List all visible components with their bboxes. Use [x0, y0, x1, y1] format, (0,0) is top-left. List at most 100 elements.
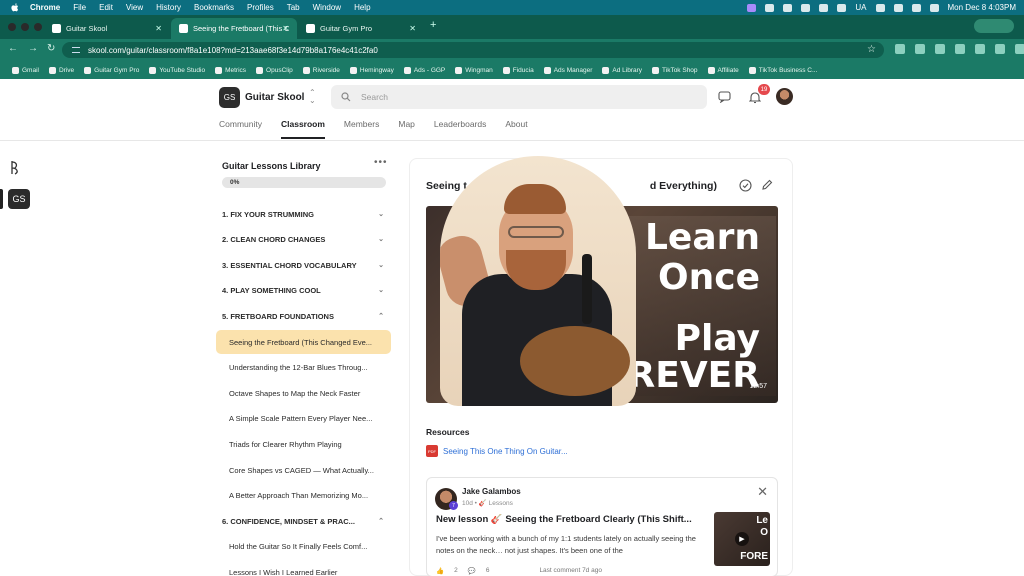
wifi-icon[interactable] — [893, 3, 903, 12]
close-tab-icon[interactable]: ✕ — [409, 24, 416, 33]
bookmark-youtube-studio[interactable]: YouTube Studio — [149, 66, 205, 74]
side-panel-icon[interactable] — [975, 44, 985, 54]
resource-link[interactable]: PDF Seeing This One Thing On Guitar... — [426, 445, 568, 457]
control-center-icon[interactable] — [929, 3, 939, 12]
bookmark-star-icon[interactable]: ☆ — [867, 44, 876, 55]
bookmark-fiducia[interactable]: Fiducia — [502, 66, 534, 74]
back-arrow-icon[interactable]: ← — [8, 43, 18, 54]
site-info-icon[interactable] — [72, 47, 80, 53]
nav-about[interactable]: About — [505, 119, 527, 139]
lesson-item[interactable]: Lessons I Wish I Learned Earlier — [216, 560, 391, 576]
bookmark-drive[interactable]: Drive — [48, 66, 74, 74]
bookmark-hemingway[interactable]: Hemingway — [349, 66, 394, 74]
extension-icon[interactable] — [935, 44, 945, 54]
section-confidence-mindset[interactable]: 6. CONFIDENCE, MINDSET & PRAC... ⌃ — [222, 517, 386, 529]
menu-profiles[interactable]: Profiles — [247, 3, 274, 12]
lesson-item[interactable]: A Simple Scale Pattern Every Player Nee.… — [216, 406, 391, 430]
close-window-button[interactable] — [8, 23, 16, 31]
menubar-clock[interactable]: Mon Dec 8 4:03PM — [948, 3, 1016, 12]
zoom-window-button[interactable] — [34, 23, 42, 31]
user-icon[interactable] — [875, 3, 885, 12]
vpn-icon[interactable] — [837, 3, 847, 12]
menu-bookmarks[interactable]: Bookmarks — [194, 3, 234, 12]
community-name[interactable]: Guitar Skool — [245, 92, 304, 103]
comment-icon[interactable]: 💬 — [468, 567, 476, 575]
nav-leaderboards[interactable]: Leaderboards — [434, 119, 486, 139]
nav-members[interactable]: Members — [344, 119, 379, 139]
lesson-item[interactable]: A Better Approach Than Memorizing Mo... — [216, 483, 391, 507]
apple-icon[interactable] — [10, 3, 20, 12]
section-essential-chord-vocabulary[interactable]: 3. ESSENTIAL CHORD VOCABULARY ⌄ — [222, 261, 386, 273]
extensions-puzzle-icon[interactable] — [955, 44, 965, 54]
user-avatar[interactable] — [776, 88, 793, 105]
post-title[interactable]: New lesson 🎸 Seeing the Fretboard Clearl… — [436, 514, 706, 525]
search-icon[interactable] — [911, 3, 921, 12]
forward-arrow-icon[interactable]: → — [28, 43, 38, 54]
menu-file[interactable]: File — [73, 3, 86, 12]
bookmark-gmail[interactable]: Gmail — [12, 66, 39, 74]
lesson-item[interactable]: Understanding the 12-Bar Blues Throug... — [216, 355, 391, 379]
lesson-item[interactable]: Octave Shapes to Map the Neck Faster — [216, 381, 391, 405]
extension-icon[interactable] — [915, 44, 925, 54]
bookmark-wingman[interactable]: Wingman — [455, 66, 493, 74]
bookmark-opusclip[interactable]: OpusClip — [256, 66, 293, 74]
bookmark-riverside[interactable]: Riverside — [302, 66, 340, 74]
status-app-icon[interactable] — [765, 3, 775, 12]
like-icon[interactable]: 👍 — [436, 567, 444, 575]
keyboard-locale[interactable]: UA — [855, 3, 866, 12]
display-icon[interactable] — [801, 3, 811, 12]
nav-map[interactable]: Map — [398, 119, 415, 139]
screen-record-icon[interactable] — [747, 3, 757, 12]
lesson-item-active[interactable]: Seeing the Fretboard (This Changed Eve..… — [216, 330, 391, 354]
menu-help[interactable]: Help — [354, 3, 370, 12]
lesson-item[interactable]: Core Shapes vs CAGED — What Actually... — [216, 458, 391, 482]
play-icon[interactable]: ▶ — [735, 532, 749, 546]
lesson-item[interactable]: Triads for Clearer Rhythm Playing — [216, 432, 391, 456]
guitar-skool-logo[interactable]: GS — [219, 87, 240, 108]
community-switch-chevron-icon[interactable]: ⌃ ⌄ — [309, 89, 316, 105]
menu-history[interactable]: History — [156, 3, 181, 12]
bookmark-tiktok-shop[interactable]: TikTok Shop — [652, 66, 698, 74]
new-tab-plus-icon[interactable]: + — [430, 19, 436, 31]
section-fretboard-foundations[interactable]: 5. FRETBOARD FOUNDATIONS ⌃ — [222, 312, 386, 324]
bookmark-metrics[interactable]: Metrics — [215, 66, 246, 74]
search-input[interactable]: Search — [331, 85, 707, 109]
minimize-window-button[interactable] — [21, 23, 29, 31]
extension-icon[interactable] — [895, 44, 905, 54]
section-fix-your-strumming[interactable]: 1. FIX YOUR STRUMMING ⌄ — [222, 210, 386, 222]
community-post-preview[interactable]: 7 Jake Galambos 10d • 🎸 Lessons ✕ New le… — [426, 477, 778, 576]
section-clean-chord-changes[interactable]: 2. CLEAN CHORD CHANGES ⌄ — [222, 235, 386, 247]
guitar-community-icon[interactable] — [9, 159, 21, 177]
close-tab-icon[interactable]: ✕ — [282, 24, 289, 33]
menu-view[interactable]: View — [126, 3, 143, 12]
post-video-thumbnail[interactable]: Le O FORE ▶ — [714, 512, 770, 566]
address-bar[interactable]: skool.com/guitar/classroom/f8a1e108?md=2… — [62, 42, 884, 58]
tab-guitar-skool[interactable]: Guitar Skool ✕ — [44, 18, 170, 39]
chat-icon[interactable] — [718, 91, 731, 103]
bookmark-ad-library[interactable]: Ad Library — [602, 66, 642, 74]
close-tab-icon[interactable]: ✕ — [155, 24, 162, 33]
bookmark-ads-ggp[interactable]: Ads - GGP — [403, 66, 445, 74]
bookmark-ads-manager[interactable]: Ads Manager — [543, 66, 592, 74]
bookmark-guitar-gym-pro[interactable]: Guitar Gym Pro — [84, 66, 139, 74]
more-options-icon[interactable]: ••• — [374, 157, 388, 168]
tab-guitar-gym-pro[interactable]: Guitar Gym Pro ✕ — [298, 18, 424, 39]
section-play-something-cool[interactable]: 4. PLAY SOMETHING COOL ⌄ — [222, 286, 386, 298]
menu-window[interactable]: Window — [313, 3, 341, 12]
mark-complete-icon[interactable] — [739, 179, 752, 192]
nav-classroom[interactable]: Classroom — [280, 119, 325, 139]
guitar-skool-community-icon[interactable]: GS — [8, 189, 30, 209]
status-app-icon[interactable] — [783, 3, 793, 12]
menu-edit[interactable]: Edit — [99, 3, 113, 12]
bookmark-tiktok-business[interactable]: TikTok Business C... — [748, 66, 817, 74]
profile-chip[interactable] — [974, 19, 1014, 33]
more-menu-icon[interactable] — [1015, 44, 1024, 54]
edit-pencil-icon[interactable] — [761, 179, 773, 191]
tab-seeing-the-fretboard[interactable]: Seeing the Fretboard (This C ✕ — [171, 18, 297, 39]
reload-icon[interactable]: ↻ — [47, 43, 55, 54]
profile-icon[interactable] — [995, 44, 1005, 54]
menu-tab[interactable]: Tab — [287, 3, 300, 12]
lesson-item[interactable]: Hold the Guitar So It Finally Feels Comf… — [216, 534, 391, 558]
close-icon[interactable]: ✕ — [757, 484, 768, 500]
menu-app-chrome[interactable]: Chrome — [30, 3, 60, 12]
